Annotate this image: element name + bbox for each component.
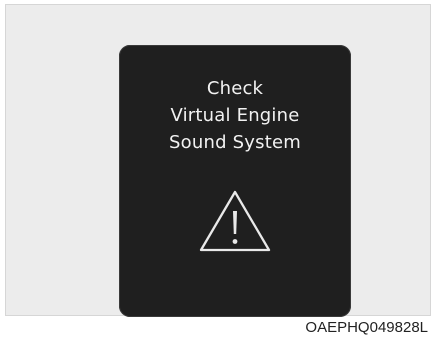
cluster-warning-display: Check Virtual Engine Sound System (119, 45, 351, 317)
warning-message: Check Virtual Engine Sound System (119, 75, 351, 156)
illustration-frame: Check Virtual Engine Sound System (5, 4, 431, 317)
warning-triangle-icon (199, 190, 271, 252)
warning-line-sound-system: Sound System (169, 132, 301, 153)
warning-line-check: Check (206, 78, 264, 99)
image-code-label: OAEPHQ049828L (305, 319, 428, 336)
warning-line-virtual-engine: Virtual Engine (170, 105, 300, 126)
